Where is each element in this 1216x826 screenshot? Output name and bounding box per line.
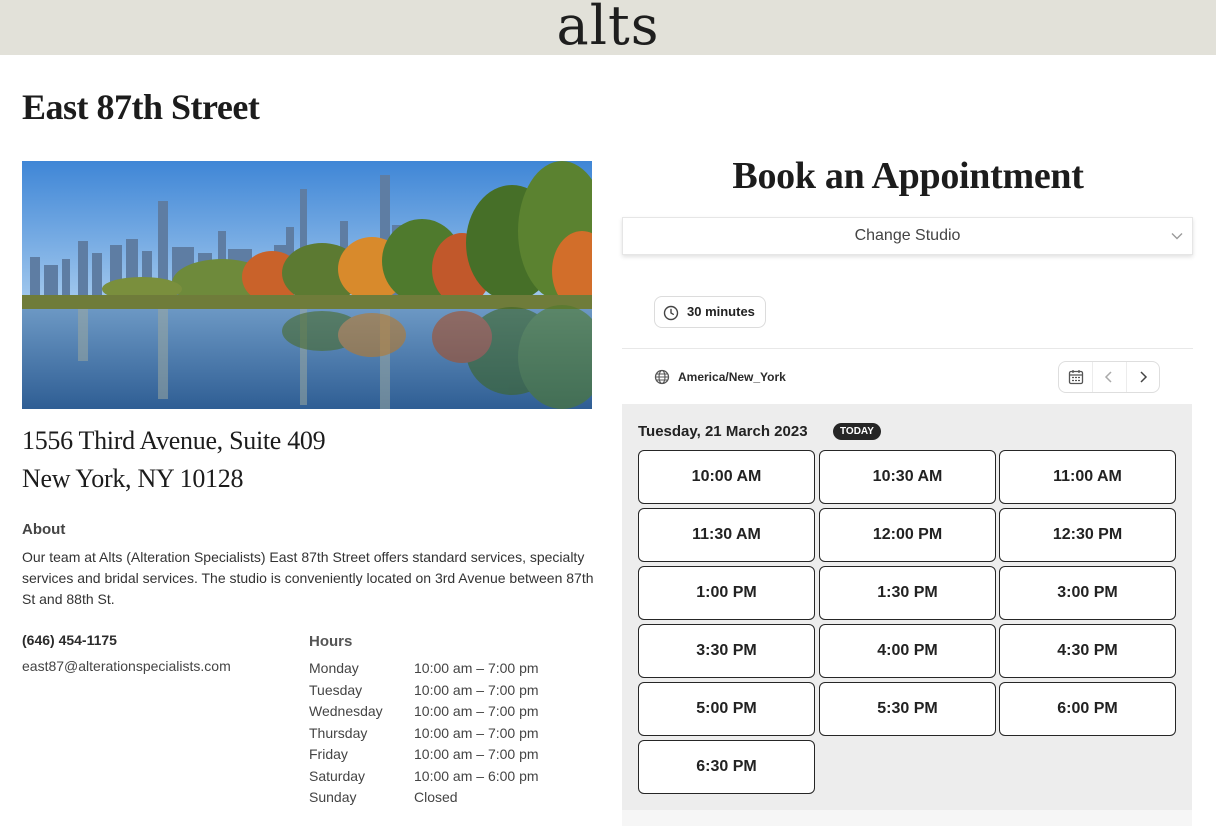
booking-title: Book an Appointment xyxy=(732,155,1084,197)
hours-time: 10:00 am – 7:00 pm xyxy=(414,724,539,741)
calendar-icon xyxy=(1068,370,1083,385)
studio-hero-image xyxy=(22,161,592,409)
address-line-1: 1556 Third Avenue, Suite 409 xyxy=(22,426,326,455)
hours-row: Thursday 10:00 am – 7:00 pm xyxy=(309,723,539,745)
duration-label: 30 minutes xyxy=(687,304,755,319)
time-slot-button[interactable]: 11:30 AM xyxy=(638,508,815,562)
time-slot-button[interactable]: 3:00 PM xyxy=(999,566,1176,620)
phone-number[interactable]: (646) 454-1175 xyxy=(22,632,117,648)
time-slot-button[interactable]: 5:30 PM xyxy=(819,682,996,736)
globe-icon xyxy=(654,369,670,385)
time-slot-button[interactable]: 6:30 PM xyxy=(638,740,815,794)
email-link[interactable]: east87@alterationspecialists.com xyxy=(22,658,231,674)
page-title: East 87th Street xyxy=(22,87,260,127)
hours-time: 10:00 am – 6:00 pm xyxy=(414,767,539,784)
time-slot-button[interactable]: 10:30 AM xyxy=(819,450,996,504)
time-slot-button[interactable]: 11:00 AM xyxy=(999,450,1176,504)
hours-time: 10:00 am – 7:00 pm xyxy=(414,703,539,719)
time-slot-button[interactable]: 1:00 PM xyxy=(638,566,815,620)
time-slot-button[interactable]: 1:30 PM xyxy=(819,566,996,620)
time-slots-panel: Tuesday, 21 March 2023 TODAY 10:00 AM 10… xyxy=(622,404,1192,810)
chevron-down-icon xyxy=(1171,233,1183,240)
hours-row: Tuesday 10:00 am – 7:00 pm xyxy=(309,680,539,702)
selected-date: Tuesday, 21 March 2023 xyxy=(638,423,808,440)
time-slot-button[interactable]: 3:30 PM xyxy=(638,624,815,678)
timezone-selector[interactable]: America/New_York xyxy=(654,369,786,385)
hours-row: Friday 10:00 am – 7:00 pm xyxy=(309,744,539,766)
hours-day: Tuesday xyxy=(309,681,363,698)
address-line-2: New York, NY 10128 xyxy=(22,464,244,493)
hours-day: Monday xyxy=(309,660,359,676)
about-text: Our team at Alts (Alteration Specialists… xyxy=(22,549,594,607)
time-slot-button[interactable]: 4:30 PM xyxy=(999,624,1176,678)
calendar-button[interactable] xyxy=(1059,362,1092,392)
change-studio-select[interactable]: Change Studio xyxy=(622,217,1193,255)
hours-day: Wednesday xyxy=(309,703,383,719)
hours-day: Saturday xyxy=(309,767,366,784)
duration-badge: 30 minutes xyxy=(654,296,766,328)
time-slot-button[interactable]: 6:00 PM xyxy=(999,682,1176,736)
time-slot-button[interactable]: 4:00 PM xyxy=(819,624,996,678)
hours-row: Sunday Closed xyxy=(309,787,539,809)
change-studio-label: Change Studio xyxy=(854,227,961,244)
hours-time: 10:00 am – 7:00 pm xyxy=(414,660,539,676)
clock-icon xyxy=(663,305,679,321)
hours-row: Wednesday 10:00 am – 7:00 pm xyxy=(309,701,539,723)
hours-day: Sunday xyxy=(309,789,357,805)
prev-day-button[interactable] xyxy=(1092,362,1125,392)
next-day-button[interactable] xyxy=(1125,362,1159,392)
hours-time: 10:00 am – 7:00 pm xyxy=(414,746,539,762)
divider xyxy=(622,348,1193,349)
panel-footer-strip xyxy=(622,810,1192,826)
calendar-nav xyxy=(1058,361,1160,393)
time-slot-button[interactable]: 12:00 PM xyxy=(819,508,996,562)
hours-heading: Hours xyxy=(309,633,353,650)
hours-row: Saturday 10:00 am – 6:00 pm xyxy=(309,766,539,788)
hours-time: 10:00 am – 7:00 pm xyxy=(414,681,539,698)
chevron-right-icon xyxy=(1140,371,1147,383)
timezone-label: America/New_York xyxy=(678,370,786,384)
top-header-bar: alts xyxy=(0,0,1216,58)
today-badge: TODAY xyxy=(833,423,881,440)
time-slot-button[interactable]: 12:30 PM xyxy=(999,508,1176,562)
time-slot-button[interactable]: 5:00 PM xyxy=(638,682,815,736)
chevron-left-icon xyxy=(1105,371,1113,383)
hours-day: Friday xyxy=(309,746,348,762)
time-slot-button[interactable]: 10:00 AM xyxy=(638,450,815,504)
hours-table: Monday 10:00 am – 7:00 pm Tuesday 10:00 … xyxy=(309,658,539,809)
hours-time: Closed xyxy=(414,789,458,805)
brand-logo[interactable]: alts xyxy=(0,0,1216,58)
studio-address: 1556 Third Avenue, Suite 409 New York, N… xyxy=(22,422,326,498)
hours-row: Monday 10:00 am – 7:00 pm xyxy=(309,658,539,680)
about-heading: About xyxy=(22,521,66,538)
hours-day: Thursday xyxy=(309,724,368,741)
